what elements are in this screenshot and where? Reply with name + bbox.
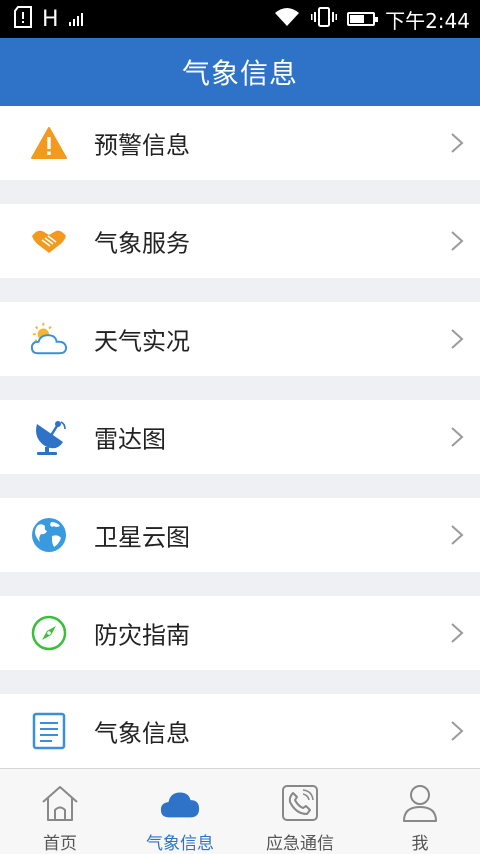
menu-item-label: 气象服务 — [94, 229, 190, 258]
document-icon — [30, 712, 68, 750]
user-icon — [399, 783, 441, 823]
menu-item-radar[interactable]: 雷达图 — [0, 400, 480, 474]
menu-item-label: 气象信息 — [94, 719, 190, 748]
nav-home[interactable]: 首页 — [0, 769, 120, 854]
status-right: 下午2:44 — [273, 5, 470, 34]
home-icon — [39, 783, 81, 823]
menu-item-label: 雷达图 — [94, 425, 166, 454]
bottom-nav: 首页 气象信息 应急通信 我 — [0, 768, 480, 854]
cloud-icon — [159, 783, 201, 823]
menu-item-label: 防灾指南 — [94, 621, 190, 650]
nav-label: 气象信息 — [146, 834, 214, 854]
chevron-right-icon — [451, 623, 464, 643]
menu-item-weather-live[interactable]: 天气实况 — [0, 302, 480, 376]
page-title: 气象信息 — [181, 57, 298, 90]
globe-icon — [30, 516, 68, 554]
sim-card-icon — [14, 6, 32, 32]
menu-item-service[interactable]: 气象服务 — [0, 204, 480, 278]
nav-emergency-comm[interactable]: 应急通信 — [240, 769, 360, 854]
clock: 下午2:44 — [385, 8, 470, 33]
partly-cloudy-icon — [30, 320, 68, 358]
warning-icon — [30, 124, 68, 162]
compass-icon — [30, 614, 68, 652]
header: 气象信息 — [0, 38, 480, 106]
menu-item-warning[interactable]: 预警信息 — [0, 106, 480, 180]
phone-icon — [279, 783, 321, 823]
signal-icon — [68, 12, 83, 26]
menu-item-weather-info[interactable]: 气象信息 — [0, 694, 480, 768]
chevron-right-icon — [451, 721, 464, 741]
chevron-right-icon — [451, 525, 464, 545]
nav-label: 应急通信 — [266, 834, 334, 854]
nav-label: 我 — [411, 834, 429, 854]
vibrate-icon — [311, 6, 338, 32]
status-left: H — [14, 6, 83, 32]
menu-item-label: 天气实况 — [94, 327, 190, 356]
chevron-right-icon — [451, 329, 464, 349]
chevron-right-icon — [451, 231, 464, 251]
menu-item-disaster-guide[interactable]: 防灾指南 — [0, 596, 480, 670]
nav-label: 首页 — [43, 834, 77, 854]
battery-icon — [347, 12, 379, 26]
menu-item-satellite[interactable]: 卫星云图 — [0, 498, 480, 572]
menu-item-label: 预警信息 — [94, 131, 190, 160]
radar-dish-icon — [30, 418, 68, 456]
wifi-icon — [273, 6, 301, 32]
nav-weather-info[interactable]: 气象信息 — [120, 769, 240, 854]
status-bar: H 下午2:44 — [0, 0, 480, 38]
chevron-right-icon — [451, 133, 464, 153]
network-type: H — [42, 6, 59, 32]
chevron-right-icon — [451, 427, 464, 447]
menu-item-label: 卫星云图 — [94, 523, 190, 552]
nav-me[interactable]: 我 — [360, 769, 480, 854]
handshake-icon — [30, 222, 68, 260]
